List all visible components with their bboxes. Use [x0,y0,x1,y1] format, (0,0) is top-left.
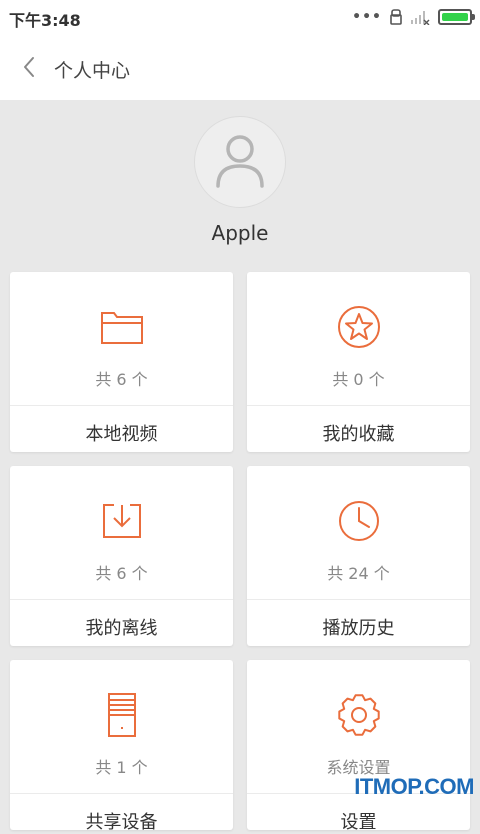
local-videos-label: 本地视频 [85,424,158,445]
clock-icon [339,501,379,541]
local-videos-card[interactable]: 共 6 个 本地视频 [10,272,233,452]
avatar[interactable] [194,116,286,208]
shared-devices-count: 共 1 个 [95,758,148,777]
battery-level [442,13,468,21]
profile-section: Apple [0,100,480,272]
gear-icon [338,694,380,736]
status-bar: 下午3:48 ••• [0,0,480,34]
status-time: 下午3:48 [9,11,81,30]
folder-icon [101,312,143,344]
history-count: 共 24 个 [327,564,390,583]
more-dots-icon: ••• [352,9,382,25]
status-icons: ••• [352,9,475,25]
history-card[interactable]: 共 24 个 播放历史 [247,466,470,646]
divider [10,793,233,794]
user-silhouette-icon [216,135,264,188]
back-button[interactable] [16,52,44,82]
star-icon [338,306,380,348]
divider [247,599,470,600]
settings-card[interactable]: 系统设置 设置 [247,660,470,833]
battery-icon [438,9,475,25]
username: Apple [211,221,269,245]
offline-count: 共 6 个 [95,564,148,583]
favorites-card[interactable]: 共 0 个 我的收藏 [247,272,470,452]
favorites-label: 我的收藏 [322,424,395,445]
history-label: 播放历史 [322,618,395,639]
offline-card[interactable]: 共 6 个 我的离线 [10,466,233,646]
download-icon [103,504,141,538]
storage-device-icon [108,693,136,737]
local-videos-count: 共 6 个 [95,370,148,389]
shared-devices-label: 共享设备 [85,812,158,833]
divider [10,599,233,600]
divider [10,405,233,406]
watermark: ITMOP.COM [354,774,474,799]
divider [247,405,470,406]
app-header: 个人中心 [0,34,480,100]
shared-devices-card[interactable]: 共 1 个 共享设备 [10,660,233,833]
offline-label: 我的离线 [85,618,158,639]
signal-off-icon [411,11,430,25]
sim-lock-icon [390,9,402,25]
page-title: 个人中心 [54,60,131,82]
settings-label: 设置 [340,812,377,833]
chevron-left-icon [24,57,34,77]
favorites-count: 共 0 个 [332,370,385,389]
